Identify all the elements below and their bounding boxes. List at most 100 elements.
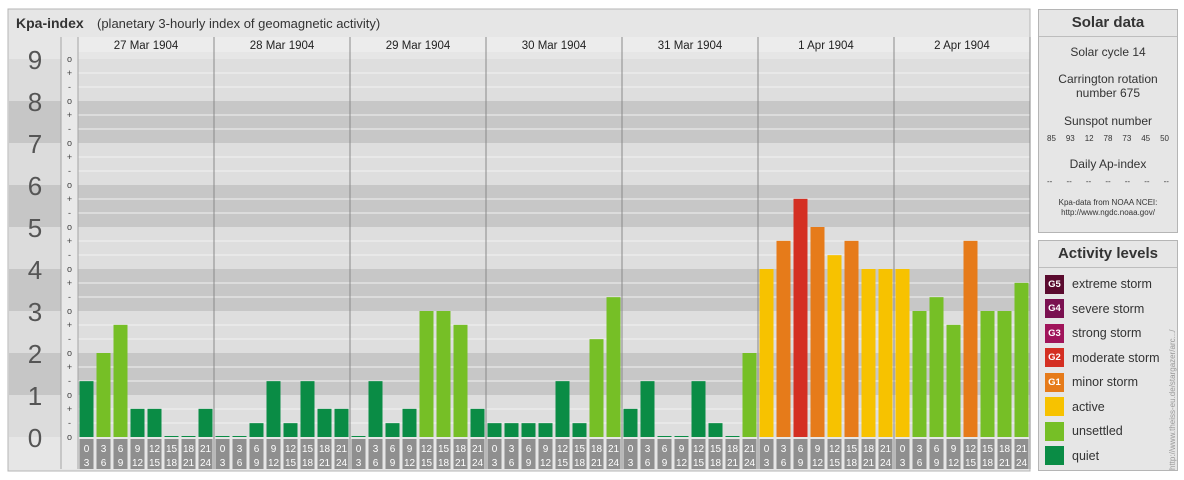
y-subtick-label: o (67, 306, 72, 316)
carrington-rotation-label: Carrington rotation (1058, 72, 1158, 86)
hour-end-label: 24 (336, 458, 348, 469)
kp-bar (793, 198, 808, 437)
sunspot-value: 12 (1084, 134, 1094, 143)
day-label: 1 Apr 1904 (798, 40, 854, 52)
legend-swatch: G4 (1045, 299, 1064, 319)
kp-bar (708, 423, 723, 437)
day-label: 28 Mar 1904 (250, 40, 315, 52)
legend-label: extreme storm (1072, 277, 1152, 292)
kp-bar (776, 240, 791, 437)
kp-bar (368, 381, 383, 437)
hour-start-label: 12 (557, 444, 569, 455)
hour-end-label: 3 (900, 458, 906, 469)
legend-label: quiet (1072, 448, 1100, 463)
y-subtick-label: - (68, 124, 71, 134)
y-tick-label: 0 (28, 423, 42, 453)
hour-end-label: 12 (404, 458, 416, 469)
hour-start-label: 15 (982, 444, 994, 455)
legend-item-quiet: quiet (1039, 444, 1177, 469)
y-subtick-label: - (68, 334, 71, 344)
y-subtick-label: + (67, 404, 72, 414)
y-subtick-label: - (68, 82, 71, 92)
ap-value: -- (1085, 177, 1092, 186)
hour-start-label: 0 (900, 444, 906, 455)
sunspot-values: 85 93 12 78 73 45 50 (1039, 134, 1177, 143)
hour-start-label: 0 (356, 444, 362, 455)
hour-end-label: 9 (526, 458, 532, 469)
ap-value: -- (1144, 177, 1150, 186)
hour-end-label: 12 (676, 458, 688, 469)
hour-start-label: 18 (455, 444, 467, 455)
hour-end-label: 24 (200, 458, 212, 469)
hour-end-label: 18 (710, 458, 722, 469)
hour-end-label: 3 (220, 458, 226, 469)
hour-start-label: 9 (679, 444, 685, 455)
hour-end-label: 15 (557, 458, 569, 469)
hour-end-label: 3 (356, 458, 362, 469)
kp-bar (402, 408, 417, 437)
sunspot-label: Sunspot number (1063, 114, 1153, 128)
hour-start-label: 21 (200, 444, 212, 455)
day-label: 30 Mar 1904 (522, 40, 587, 52)
kp-bar (419, 311, 434, 437)
y-subtick-label: + (67, 152, 72, 162)
ap-value: -- (1047, 177, 1053, 186)
day-headers: 27 Mar 1904 28 Mar 1904 29 Mar 1904 30 Mar … (78, 37, 1030, 52)
hour-start-label: 18 (183, 444, 195, 455)
sunspot-value: 73 (1122, 134, 1132, 143)
kp-bar (674, 436, 689, 437)
hour-start-label: 6 (798, 444, 804, 455)
kpa-index-widget: Kpa-index (planetary 3-hourly index of g… (0, 0, 1184, 480)
hour-end-label: 12 (268, 458, 280, 469)
hour-end-label: 9 (390, 458, 396, 469)
kp-bar (266, 381, 281, 437)
kp-bar (385, 423, 400, 437)
y-tick-label: 5 (28, 213, 42, 243)
y-axis: 0 1 2 3 4 5 6 7 8 9 o - + o - + o - + o - + o - + o - + o - + o - + o - + o (9, 37, 79, 469)
hour-end-label: 21 (183, 458, 195, 469)
hour-start-label: 15 (438, 444, 450, 455)
ap-index-values: -- -- -- -- -- -- -- (1039, 177, 1177, 186)
legend-item-extreme-storm: G5 extreme storm (1039, 272, 1177, 297)
hour-end-label: 18 (302, 458, 314, 469)
hour-end-label: 21 (455, 458, 467, 469)
kp-bar (623, 408, 638, 437)
hour-end-label: 24 (472, 458, 484, 469)
hour-end-label: 3 (764, 458, 770, 469)
hour-start-label: 21 (744, 444, 756, 455)
hour-end-label: 15 (693, 458, 705, 469)
hour-end-label: 6 (917, 458, 923, 469)
kp-bar (572, 423, 587, 437)
kp-bar (470, 408, 485, 437)
activity-legend: G5 extreme storm G4 severe storm G3 stro… (1039, 268, 1177, 468)
hour-end-label: 15 (285, 458, 297, 469)
hour-start-label: 0 (764, 444, 770, 455)
legend-swatch: G5 (1045, 274, 1064, 294)
chart-title: Kpa-index (16, 15, 84, 31)
kp-bar (147, 408, 162, 437)
y-subtick-label: o (67, 138, 72, 148)
hour-end-label: 18 (574, 458, 586, 469)
hour-end-label: 15 (965, 458, 977, 469)
hour-end-label: 9 (254, 458, 260, 469)
hour-start-label: 21 (608, 444, 620, 455)
hour-end-label: 6 (509, 458, 515, 469)
hour-start-label: 21 (336, 444, 348, 455)
hour-end-label: 21 (727, 458, 739, 469)
kp-bar (1014, 282, 1029, 437)
y-subtick-label: - (68, 376, 71, 386)
kp-bar (538, 423, 553, 437)
sunspot-value: 85 (1047, 134, 1056, 143)
hour-start-label: 9 (543, 444, 549, 455)
hour-end-label: 21 (319, 458, 331, 469)
legend-item-severe-storm: G4 severe storm (1039, 297, 1177, 322)
carrington-rotation-number: number 675 (1075, 86, 1141, 100)
hour-start-label: 6 (526, 444, 532, 455)
hour-end-label: 9 (118, 458, 124, 469)
hour-end-label: 12 (132, 458, 144, 469)
kp-bar (606, 297, 621, 437)
hour-start-label: 21 (472, 444, 484, 455)
day-label: 29 Mar 1904 (386, 40, 451, 52)
kp-bar (929, 297, 944, 437)
y-subtick-label: o (67, 348, 72, 358)
